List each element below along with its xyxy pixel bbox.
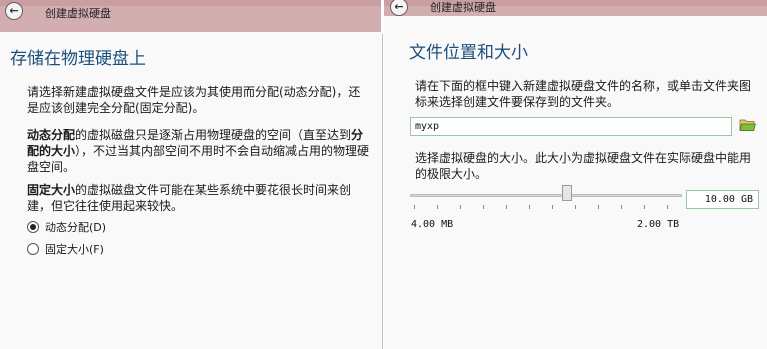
fixed-size-description: 固定大小的虚拟磁盘文件可能在某些系统中要花很长时间来创建，但它往往使用起来较快。 (27, 182, 371, 214)
slider-tick (644, 205, 645, 209)
disk-size-slider[interactable] (410, 194, 682, 197)
left-dialog-title: 创建虚拟硬盘 (45, 7, 111, 20)
left-back-button[interactable]: ← (5, 2, 23, 20)
allocation-description: 请选择新建虚拟硬盘文件是应该为其使用而分配(动态分配)，还是应该创建完全分配(固… (27, 85, 361, 115)
dynamic-term: 动态分配 (27, 128, 76, 142)
radio-dynamic-allocation[interactable]: 动态分配(D) (27, 219, 106, 235)
disk-size-slider-thumb[interactable] (562, 185, 572, 201)
dynamic-text-1: 的虚拟磁盘只是逐渐占用物理硬盘的空间（直至达到 (75, 128, 352, 142)
pane-divider-line (382, 34, 383, 349)
slider-tick (529, 205, 530, 209)
slider-tick (575, 205, 576, 209)
virtual-disk-filename-input[interactable]: myxp (410, 117, 732, 136)
left-dialog-pane: ← 创建虚拟硬盘 存储在物理硬盘上 请选择新建虚拟硬盘文件是应该为其使用而分配(… (0, 0, 381, 349)
slider-tick (598, 205, 599, 209)
radio-dynamic-indicator[interactable] (27, 221, 39, 233)
slider-max-label: 2.00 TB (637, 219, 680, 230)
slider-tick (667, 205, 668, 209)
slider-tick (552, 205, 553, 209)
dynamic-allocation-description: 动态分配的虚拟磁盘只是逐渐占用物理硬盘的空间（直至达到分配的大小），不过当其内部… (27, 127, 373, 175)
fixed-text: 的虚拟磁盘文件可能在某些系统中要花很长时间来创建，但它往往使用起来较快。 (27, 183, 352, 213)
disk-size-input[interactable]: 10.00 GB (686, 190, 759, 209)
radio-fixed-size[interactable]: 固定大小(F) (27, 241, 104, 257)
slider-tick (621, 205, 622, 209)
left-page-heading: 存储在物理硬盘上 (10, 49, 146, 69)
right-dialog-title: 创建虚拟硬盘 (430, 1, 496, 14)
fixed-term: 固定大小 (27, 183, 76, 197)
slider-tick (437, 205, 438, 209)
disk-size-instructions: 选择虚拟硬盘的大小。此大小为虚拟硬盘文件在实际硬盘中能用的极限大小。 (415, 151, 752, 181)
dynamic-text-2: ），不过当其内部空间不用时不会自动缩减占用的物理硬盘空间。 (27, 144, 370, 174)
slider-tick (506, 205, 507, 209)
slider-min-label: 4.00 MB (411, 219, 454, 230)
right-page-heading: 文件位置和大小 (409, 43, 528, 63)
slider-tick (460, 205, 461, 209)
radio-dynamic-label: 动态分配(D) (45, 221, 107, 234)
file-location-instructions: 请在下面的框中键入新建虚拟硬盘文件的名称，或单击文件夹图标来选择创建文件要保存到… (415, 79, 752, 109)
slider-tick (483, 205, 484, 209)
folder-open-icon[interactable] (739, 117, 756, 133)
radio-fixed-label: 固定大小(F) (45, 243, 104, 256)
slider-tick (414, 205, 415, 209)
radio-fixed-indicator[interactable] (27, 243, 39, 255)
